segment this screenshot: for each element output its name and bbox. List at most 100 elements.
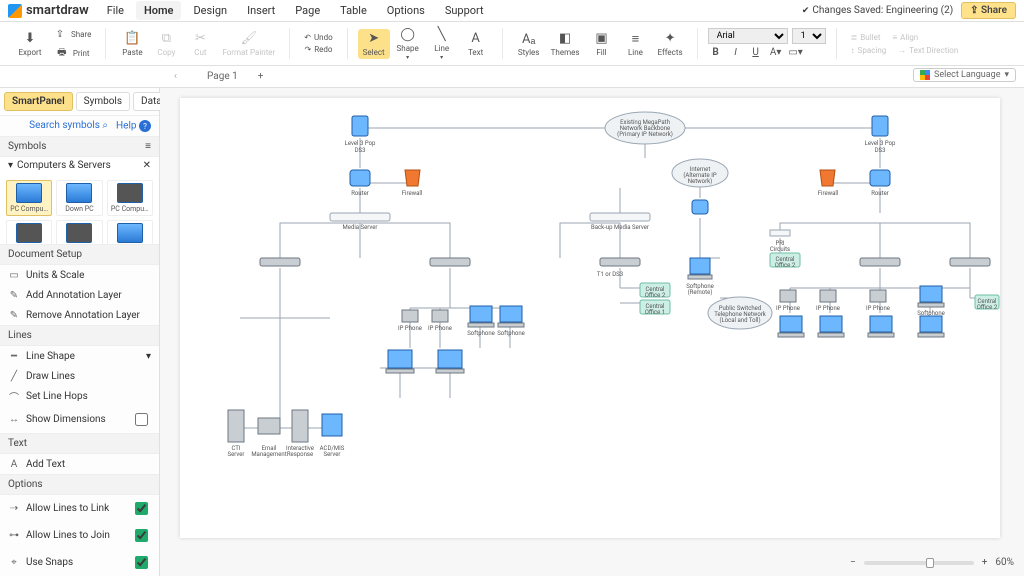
zoom-thumb[interactable] (926, 558, 934, 568)
share-ribbon-button[interactable]: ⇪Share (48, 25, 95, 43)
symbol-monitor[interactable]: PC Monito… (56, 220, 102, 244)
language-select[interactable]: Select Language ▾ (913, 68, 1016, 82)
node-pri: PRICircuits (770, 230, 790, 253)
text-a-icon: A (8, 458, 20, 470)
use-snaps-checkbox[interactable] (135, 556, 148, 569)
menu-support[interactable]: Support (437, 1, 492, 20)
use-snaps-row[interactable]: ⌖Use Snaps (0, 549, 159, 576)
menu-table[interactable]: Table (332, 1, 375, 20)
export-button[interactable]: ⬇Export (14, 29, 46, 59)
node-router-left: Router (350, 170, 370, 197)
allow-join-row[interactable]: ⊶Allow Lines to Join (0, 522, 159, 549)
line-tool[interactable]: ╲Line▾ (426, 25, 458, 63)
add-annotation-row[interactable]: ✎Add Annotation Layer (0, 285, 159, 305)
units-scale-row[interactable]: ▭Units & Scale (0, 265, 159, 285)
menu-home[interactable]: Home (136, 1, 182, 20)
menu-design[interactable]: Design (185, 1, 235, 20)
highlight-button[interactable]: ▭▾ (788, 46, 804, 60)
remove-annotation-row[interactable]: ✎Remove Annotation Layer (0, 305, 159, 325)
menu-insert[interactable]: Insert (239, 1, 283, 20)
format-painter-button[interactable]: 🖌Format Painter (218, 29, 279, 59)
menu-page[interactable]: Page (287, 1, 328, 20)
allow-link-checkbox[interactable] (135, 502, 148, 515)
symbol-pc-3[interactable]: PC Compu… (6, 220, 52, 244)
allow-join-checkbox[interactable] (135, 529, 148, 542)
search-symbols-link[interactable]: Search symbols ⌕ (29, 120, 108, 132)
show-dimensions-checkbox[interactable] (135, 413, 148, 426)
font-family-select[interactable]: Arial (708, 28, 788, 44)
undo-button[interactable]: ↶Undo (300, 32, 336, 43)
svg-text:CTIServer: CTIServer (228, 445, 245, 458)
align-button[interactable]: ≡Align (888, 32, 922, 43)
line-style-button[interactable]: ≡Line (619, 29, 651, 59)
share-icon: ⇪ (52, 26, 68, 42)
svg-text:Firewall: Firewall (818, 190, 839, 197)
styles-icon: Aₐ (521, 31, 537, 47)
node-softphone-1: Softphone (467, 306, 495, 337)
print-button[interactable]: 🖶Print (48, 44, 95, 62)
font-size-select[interactable]: 10 (792, 28, 826, 44)
symbol-pc-1[interactable]: PC Compu… (6, 180, 52, 216)
bullet-button[interactable]: ≣Bullet (847, 32, 885, 43)
tab-smartpanel[interactable]: SmartPanel (4, 92, 73, 111)
themes-button[interactable]: ◧Themes (547, 29, 584, 59)
chevron-down-icon: ▾ (1004, 70, 1009, 80)
svg-text:Media Server: Media Server (343, 224, 378, 231)
svg-text:Level 3 Pop: Level 3 Pop (865, 140, 896, 147)
symbol-library-row[interactable]: ▾Computers & Servers✕ (0, 157, 159, 174)
show-dimensions-row[interactable]: ↔Show Dimensions (0, 406, 159, 433)
cut-button[interactable]: ✂Cut (184, 29, 216, 59)
strip-chevron-left[interactable]: ‹ (174, 71, 177, 82)
app-body: SmartPanel Symbols Data ✕ Search symbols… (0, 88, 1024, 576)
brand-label: smartdraw (26, 3, 89, 18)
link-icon: ⇢ (8, 503, 20, 515)
copy-button[interactable]: ⧉Copy (150, 29, 182, 59)
node-softphone-remote: Softphone(Remote) (686, 258, 714, 296)
draw-lines-row[interactable]: ╱Draw Lines (0, 366, 159, 386)
text-direction-button[interactable]: →Text Direction (894, 45, 962, 56)
help-link[interactable]: Help ? (116, 120, 151, 132)
canvas-area[interactable]: Existing MegaPathNetwork Backbone(Primar… (160, 88, 1024, 576)
line-shape-row[interactable]: ━Line Shape▾ (0, 346, 159, 366)
page-strip: ‹ Page 1 + Select Language ▾ (0, 66, 1024, 88)
text-tool[interactable]: AText (460, 29, 492, 59)
zoom-percent[interactable]: 60% (995, 557, 1014, 568)
symbol-terminal[interactable]: Dumb Te… (107, 220, 153, 244)
svg-text:CentralOffice 2: CentralOffice 2 (977, 298, 998, 311)
ribbon: ⬇Export ⇪Share 🖶Print 📋Paste ⧉Copy ✂Cut … (0, 22, 1024, 66)
menu-options[interactable]: Options (379, 1, 433, 20)
page-tab-1[interactable]: Page 1 (197, 69, 248, 84)
add-page-button[interactable]: + (248, 69, 274, 84)
menu-icon[interactable]: ≡ (145, 141, 151, 152)
italic-button[interactable]: I (728, 46, 744, 60)
underline-button[interactable]: U (748, 46, 764, 60)
tab-symbols[interactable]: Symbols (76, 92, 130, 111)
symbol-down-pc[interactable]: Down PC (56, 180, 102, 216)
styles-button[interactable]: AₐStyles (513, 29, 545, 59)
brush-icon: 🖌 (241, 31, 257, 47)
allow-link-row[interactable]: ⇢Allow Lines to Link (0, 495, 159, 522)
font-color-button[interactable]: A▾ (768, 46, 784, 60)
shape-tool[interactable]: ◯Shape▾ (392, 25, 424, 63)
zoom-out-button[interactable]: − (850, 557, 856, 568)
spacing-button[interactable]: ↕Spacing (847, 45, 891, 56)
bold-button[interactable]: B (708, 46, 724, 60)
effects-button[interactable]: ✦Effects (653, 29, 686, 59)
close-icon[interactable]: ✕ (143, 160, 151, 171)
redo-button[interactable]: ↷Redo (300, 44, 336, 55)
paste-button[interactable]: 📋Paste (116, 29, 148, 59)
drawing-canvas[interactable]: Existing MegaPathNetwork Backbone(Primar… (180, 98, 1000, 538)
fill-button[interactable]: ▣Fill (585, 29, 617, 59)
line-hops-row[interactable]: ⌒Set Line Hops (0, 386, 159, 406)
zoom-in-button[interactable]: + (982, 557, 988, 568)
svg-text:IP Phone: IP Phone (398, 325, 422, 332)
select-tool[interactable]: ➤Select (358, 29, 390, 59)
chevron-down-icon: ▾ (146, 351, 151, 362)
svg-text:EmailManagement: EmailManagement (251, 445, 286, 458)
share-button[interactable]: ⇪ Share (961, 2, 1016, 19)
line-icon: ╲ (434, 27, 450, 43)
add-text-row[interactable]: AAdd Text (0, 454, 159, 474)
zoom-slider[interactable] (864, 561, 974, 565)
menu-file[interactable]: File (99, 1, 132, 20)
symbol-pc-2[interactable]: PC Compu… (107, 180, 153, 216)
